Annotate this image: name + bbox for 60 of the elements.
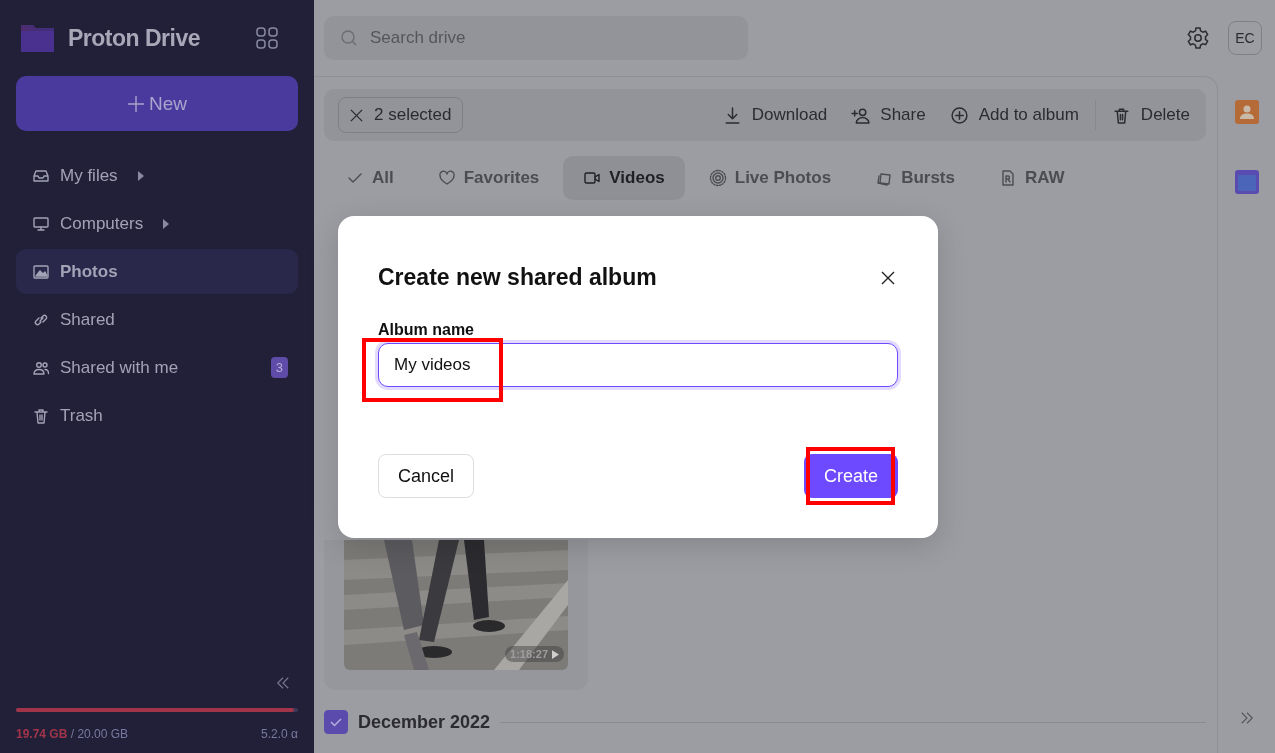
video-camera-icon <box>583 169 602 187</box>
expand-icon[interactable] <box>1239 711 1254 725</box>
search-field[interactable]: Search drive <box>324 16 748 60</box>
trash-icon <box>1111 105 1131 125</box>
create-button[interactable]: Create <box>803 454 898 498</box>
brand-name: Proton Drive <box>68 24 202 52</box>
filter-tab[interactable]: All <box>336 156 414 200</box>
version-label: 5.2.0 α <box>261 727 298 741</box>
storage-usage: 19.74 GB / 20.00 GB <box>16 727 129 741</box>
toolbar-button[interactable]: Share <box>839 97 938 133</box>
heart-icon <box>437 169 456 187</box>
sidebar-item-label[interactable]: Computers <box>60 213 144 234</box>
account-avatar[interactable]: EC <box>1228 21 1262 55</box>
settings-icon[interactable] <box>1186 26 1210 50</box>
new-button[interactable]: New <box>16 76 298 131</box>
folder-logo-icon <box>20 22 56 54</box>
sidebar-item-label[interactable]: My files <box>60 165 118 186</box>
caret-icon[interactable] <box>137 170 144 181</box>
toolbar-button[interactable]: Add to album <box>937 97 1091 133</box>
plus-icon <box>127 94 145 113</box>
dialog-title: Create new shared album <box>378 264 657 291</box>
filter-tab[interactable]: RAW <box>979 156 1085 200</box>
trash-icon <box>32 406 50 425</box>
album-name-field[interactable]: My videos <box>378 343 898 387</box>
toolbar-button[interactable]: Delete <box>1099 97 1202 133</box>
duration-badge: 1:18:27 <box>505 646 564 662</box>
sidebar-item-label[interactable]: Trash <box>60 405 103 426</box>
person-add-icon <box>851 105 871 125</box>
sidebar-item[interactable]: Photos <box>16 249 298 294</box>
sidebar-item-label[interactable]: Shared with me <box>60 357 179 378</box>
live-photo-icon <box>708 169 727 187</box>
filter-tab[interactable]: Videos <box>563 156 685 200</box>
sidebar-item[interactable]: Shared <box>16 297 298 342</box>
close-icon <box>349 107 364 123</box>
field-label: Album name <box>378 321 475 339</box>
calendar-app-icon[interactable] <box>1234 170 1259 194</box>
toolbar-button[interactable]: Download <box>710 97 840 133</box>
close-icon[interactable] <box>880 269 896 286</box>
filter-tab[interactable]: Live Photos <box>688 156 852 200</box>
count-badge: 3 <box>270 357 288 378</box>
section-title: December 2022 <box>358 711 491 733</box>
sidebar-item[interactable]: Shared with me 3 <box>16 345 298 390</box>
monitor-icon <box>32 214 50 233</box>
sidebar-item[interactable]: Trash <box>16 393 298 438</box>
clear-selection-button[interactable]: 2 selected <box>338 97 463 133</box>
sidebar-item[interactable]: Computers <box>16 201 298 246</box>
app-grid-icon[interactable] <box>255 26 279 50</box>
filter-tab[interactable]: Favorites <box>417 156 560 200</box>
caret-icon[interactable] <box>163 218 170 229</box>
sidebar-item-label[interactable]: Shared <box>60 309 115 330</box>
plus-circle-icon <box>949 105 969 125</box>
collapse-icon[interactable] <box>276 676 290 690</box>
image-icon <box>32 262 50 281</box>
sidebar-item-label[interactable]: Photos <box>60 261 118 282</box>
sidebar-item[interactable]: My files <box>16 153 298 198</box>
cancel-button[interactable]: Cancel <box>378 454 475 498</box>
checkbox[interactable] <box>324 710 348 734</box>
filter-tab[interactable]: Bursts <box>855 156 975 200</box>
raw-file-icon <box>999 169 1017 187</box>
play-icon <box>552 649 559 659</box>
